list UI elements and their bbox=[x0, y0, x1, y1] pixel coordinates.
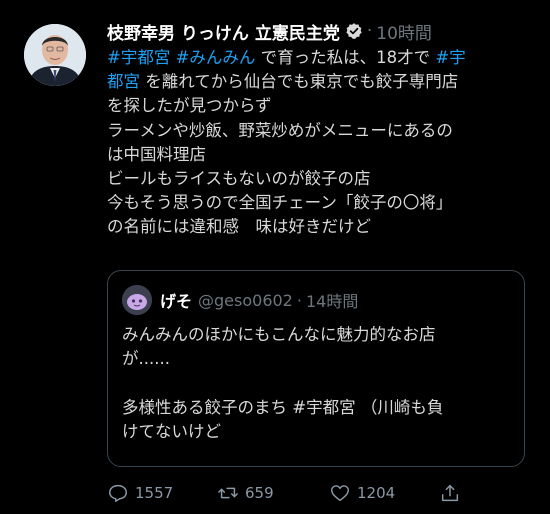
text-segment: みんみんのほかにもこんなに魅力的なお店 bbox=[122, 325, 436, 344]
like-button[interactable]: 1204 bbox=[329, 480, 395, 506]
quoted-header-separator: · bbox=[296, 290, 302, 310]
quoted-tweet-timestamp[interactable]: 14時間 bbox=[306, 288, 358, 312]
text-segment: は中国料理店 bbox=[107, 144, 206, 164]
retweet-icon bbox=[218, 487, 238, 499]
like-count: 1204 bbox=[357, 484, 396, 502]
share-button[interactable] bbox=[439, 480, 467, 506]
quoted-author-avatar[interactable] bbox=[122, 285, 152, 315]
quoted-tweet-text: みんみんのほかにもこんなに魅力的なお店 が...... 多様性ある餃子のまち #宇… bbox=[122, 323, 512, 444]
text-line: 多様性ある餃子のまち #宇都宮 （川崎も負 bbox=[122, 396, 512, 420]
text-segment: の名前には違和感 味は好きだけど bbox=[107, 217, 371, 237]
reply-count: 1557 bbox=[135, 484, 174, 502]
text-segment: を離れてから仙台でも東京でも餃子専門店 bbox=[140, 72, 459, 92]
text-line: は中国料理店 bbox=[107, 143, 527, 167]
hashtag-link[interactable]: #宇 bbox=[435, 48, 465, 67]
text-line: 今もそう思うので全国チェーン「餃子の〇将」 bbox=[107, 191, 527, 215]
text-line: 都宮 を離れてから仙台でも東京でも餃子専門店 bbox=[107, 70, 527, 94]
text-segment: ビールもライスもないのが餃子の店 bbox=[107, 169, 371, 189]
text-line: の名前には違和感 味は好きだけど bbox=[107, 215, 527, 239]
share-icon bbox=[441, 484, 459, 502]
text-segment: （川崎も負 bbox=[355, 397, 444, 417]
verified-badge-icon bbox=[345, 22, 363, 40]
tweet[interactable]: 枝野幸男 りっけん 立憲民主党 · 10時間 #宇都宮 #みんみん で育った私は… bbox=[0, 0, 550, 514]
author-name[interactable]: 枝野幸男 りっけん 立憲民主党 bbox=[107, 19, 340, 44]
reply-icon bbox=[109, 484, 127, 502]
like-icon bbox=[331, 485, 349, 502]
text-segment: ラーメンや炒飯、野菜炒めがメニューにあるの bbox=[107, 120, 453, 140]
quoted-author-name[interactable]: げそ bbox=[160, 288, 192, 312]
text-line: を探したが見つからず bbox=[107, 94, 527, 118]
text-segment: が...... bbox=[122, 349, 170, 369]
text-line: ラーメンや炒飯、野菜炒めがメニューにあるの bbox=[107, 119, 527, 143]
retweet-count: 659 bbox=[245, 484, 274, 502]
tweet-text: #宇都宮 #みんみん で育った私は、18才で #宇 都宮 を離れてから仙台でも東京… bbox=[107, 46, 527, 240]
text-segment: けてないけど bbox=[122, 421, 221, 441]
text-line: が...... bbox=[122, 347, 512, 371]
retweet-button[interactable]: 659 bbox=[217, 480, 274, 506]
text-segment: 多様性ある餃子のまち bbox=[122, 397, 293, 417]
tweet-timestamp[interactable]: 10時間 bbox=[376, 19, 432, 44]
text-line bbox=[122, 371, 512, 395]
quoted-author-handle[interactable]: @geso0602 bbox=[198, 291, 293, 310]
quoted-tweet-header: げそ @geso0602 · 14時間 bbox=[122, 285, 358, 315]
text-segment: を探したが見つからず bbox=[107, 96, 272, 116]
text-segment: #宇都宮 bbox=[292, 397, 356, 417]
text-line: ビールもライスもないのが餃子の店 bbox=[107, 167, 527, 191]
reply-button[interactable]: 1557 bbox=[107, 480, 173, 506]
text-line: けてないけど bbox=[122, 420, 512, 444]
quoted-tweet[interactable]: げそ @geso0602 · 14時間 みんみんのほかにもこんなに魅力的なお店が… bbox=[107, 270, 525, 467]
text-segment: 今もそう思うので全国チェーン「餃子の〇将」 bbox=[107, 193, 453, 213]
hashtag-link[interactable]: 都宮 bbox=[107, 72, 140, 91]
hashtag-link[interactable]: #宇都宮 bbox=[107, 48, 170, 67]
tweet-actions: 1557 659 1204 bbox=[107, 480, 527, 506]
text-segment: で育った私は、18才で bbox=[255, 48, 436, 67]
header-separator: · bbox=[366, 21, 373, 41]
text-line: みんみんのほかにもこんなに魅力的なお店 bbox=[122, 323, 512, 347]
tweet-header: 枝野幸男 りっけん 立憲民主党 · 10時間 bbox=[107, 18, 432, 44]
hashtag-link[interactable]: #みんみん bbox=[176, 48, 256, 67]
text-line: #宇都宮 #みんみん で育った私は、18才で #宇 bbox=[107, 46, 527, 70]
author-avatar[interactable] bbox=[24, 24, 86, 86]
